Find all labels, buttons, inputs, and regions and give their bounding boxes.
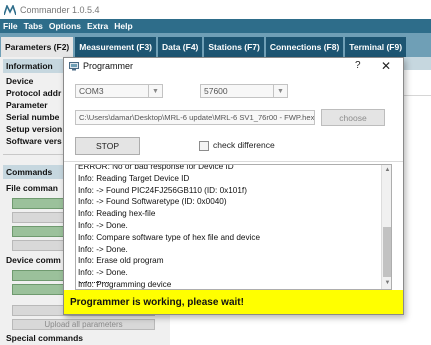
upload-all-parameters-button[interactable]: Upload all parameters xyxy=(12,319,155,330)
info-label-setup-version: Setup version xyxy=(6,124,63,134)
menu-bar: File Tabs Options Extra Help xyxy=(0,19,431,33)
log-lines: ERROR: No or bad response for Device ID … xyxy=(78,164,378,289)
menu-tabs[interactable]: Tabs xyxy=(21,21,46,31)
scroll-down-icon[interactable]: ▼ xyxy=(382,278,391,288)
log-output[interactable]: ERROR: No or bad response for Device ID … xyxy=(75,164,392,290)
check-difference-checkbox[interactable] xyxy=(199,141,209,151)
tab-measurement[interactable]: Measurement (F3) xyxy=(75,37,157,57)
tab-data[interactable]: Data (F4) xyxy=(158,37,203,57)
info-label-protocol-address: Protocol addr xyxy=(6,88,62,98)
menu-options[interactable]: Options xyxy=(46,21,84,31)
port-select-value: COM3 xyxy=(79,86,104,96)
check-difference-label: check difference xyxy=(213,140,275,150)
programmer-icon xyxy=(69,62,79,71)
port-select[interactable]: COM3 ▼ xyxy=(75,84,163,98)
log-line: Info: -> Done. xyxy=(78,244,128,254)
log-line: Info: Compare software type of hex file … xyxy=(78,232,261,242)
device-commands-label: Device comm xyxy=(6,255,61,265)
log-line: Info: Programming device xyxy=(78,279,172,289)
hex-file-path-field[interactable]: C:\Users\damar\Desktop\MRL-6 update\MRL-… xyxy=(75,110,315,125)
chevron-down-icon: ▼ xyxy=(273,84,287,98)
info-label-device: Device xyxy=(6,76,34,86)
info-label-parameter: Parameter xyxy=(6,100,48,110)
tab-terminal[interactable]: Terminal (F9) xyxy=(345,37,407,57)
log-scrollbar[interactable]: ▲ ▼ xyxy=(381,165,391,289)
content-divider xyxy=(403,95,431,96)
commander-logo-icon xyxy=(4,4,16,15)
log-line: Info: -> Done. xyxy=(78,268,128,278)
tab-stations[interactable]: Stations (F7) xyxy=(204,37,264,57)
dialog-titlebar[interactable]: Programmer ? ✕ xyxy=(64,58,403,75)
tab-connections[interactable]: Connections (F8) xyxy=(265,37,344,57)
log-line: Info: Reading hex-file xyxy=(78,209,156,219)
info-label-serial-number: Serial numbe xyxy=(6,112,60,122)
dialog-title: Programmer xyxy=(83,61,134,71)
menu-help[interactable]: Help xyxy=(111,21,135,31)
content-header-strip xyxy=(403,57,431,70)
progress-cursor xyxy=(79,282,109,283)
programmer-dialog: Programmer ? ✕ COM3 ▼ 57600 ▼ C:\Users\d… xyxy=(63,57,404,315)
log-line: Info: -> Found Softwaretype (ID: 0x0040) xyxy=(78,197,227,207)
log-line: Info: Erase old program xyxy=(78,256,164,266)
log-line: ERROR: No or bad response for Device ID xyxy=(78,164,234,171)
menu-extra[interactable]: Extra xyxy=(84,21,111,31)
close-icon[interactable]: ✕ xyxy=(381,59,391,73)
dialog-divider xyxy=(64,161,403,162)
chevron-down-icon: ▼ xyxy=(148,84,162,98)
log-line: Info: -> Done. xyxy=(78,220,128,230)
app-titlebar: Commander 1.0.5.4 xyxy=(0,0,431,19)
info-label-software-version: Software vers xyxy=(6,136,62,146)
baud-select-value: 57600 xyxy=(204,86,228,96)
scroll-up-icon[interactable]: ▲ xyxy=(382,165,391,175)
special-commands-label: Special commands xyxy=(6,333,84,343)
file-commands-label: File comman xyxy=(6,183,58,193)
menu-file[interactable]: File xyxy=(0,21,21,31)
log-line: Info: Reading Target Device ID xyxy=(78,173,190,183)
scroll-thumb[interactable] xyxy=(383,227,391,277)
baud-select[interactable]: 57600 ▼ xyxy=(200,84,288,98)
tab-parameters[interactable]: Parameters (F2) xyxy=(1,37,74,57)
log-line: Info: -> Found PIC24FJ256GB110 (ID: 0x10… xyxy=(78,185,247,195)
status-message: Programmer is working, please wait! xyxy=(64,290,403,314)
choose-button[interactable]: choose xyxy=(321,109,385,126)
help-icon[interactable]: ? xyxy=(355,60,361,71)
stop-button[interactable]: STOP xyxy=(75,137,140,155)
app-title: Commander 1.0.5.4 xyxy=(20,4,100,15)
tab-bar: Parameters (F2) Measurement (F3) Data (F… xyxy=(0,33,431,57)
